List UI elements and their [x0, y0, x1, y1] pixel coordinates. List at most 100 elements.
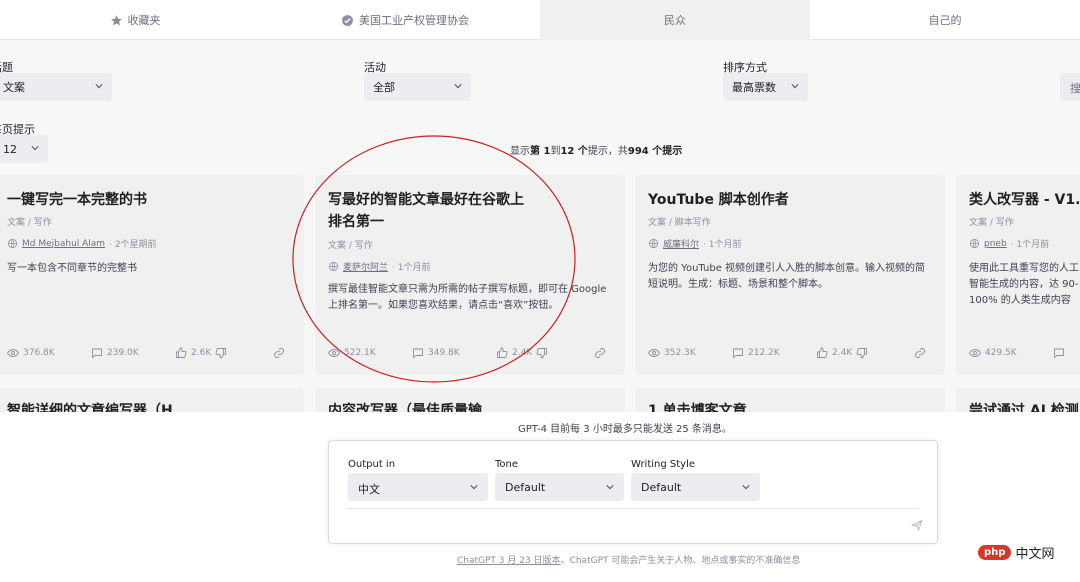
card-title: YouTube 脚本创作者 — [648, 192, 789, 208]
comment-icon — [92, 348, 102, 359]
globe-icon — [328, 261, 339, 272]
likes-count: 2.4K — [512, 348, 533, 358]
chevron-down-icon — [791, 84, 799, 89]
watermark-text: 中文网 — [1015, 546, 1055, 562]
writing-style-select[interactable]: Default — [631, 473, 760, 501]
chevron-down-icon — [606, 485, 614, 490]
views-count: 429.5K — [985, 348, 1017, 358]
link-icon[interactable] — [273, 347, 285, 359]
author-link[interactable]: Md Mejbahul Alam — [22, 239, 105, 249]
prompt-card[interactable]: 尝试通过 AI 检测 — [956, 388, 1080, 412]
globe-icon — [648, 238, 659, 249]
views-stat: 429.5K — [969, 347, 1017, 359]
eye-icon — [969, 349, 981, 357]
tab-own[interactable]: 自己的 — [810, 0, 1080, 40]
writing-style-label: Writing Style — [631, 459, 696, 470]
views-stat: 352.3K — [648, 347, 696, 359]
version-link[interactable]: ChatGPT 3 月 23 日版本 — [457, 556, 561, 566]
globe-icon — [7, 238, 18, 249]
php-watermark: php 中文网 — [978, 540, 1076, 564]
globe-icon — [969, 238, 980, 249]
comments-stat — [1053, 347, 1069, 359]
likes-stat: 2.4K — [496, 347, 548, 359]
search-input[interactable]: 搜 — [1060, 73, 1080, 101]
output-label: Output in — [348, 459, 396, 470]
sort-select[interactable]: 最高票数 — [723, 73, 808, 101]
post-time: · 1个月前 — [392, 263, 431, 273]
divider — [347, 508, 919, 509]
card-title: 写最好的智能文章最好在谷歌上排名第一 — [328, 192, 524, 230]
disclaimer-text: 。ChatGPT 可能会产生关于人物、地点或事实的不准确信息 — [560, 556, 801, 566]
link-icon[interactable] — [914, 347, 926, 359]
card-title: 类人改写器 - V1. — [969, 192, 1080, 208]
prompt-card[interactable]: 一键写完一本完整的书 文案 / 写作 Md Mejbahul Alam · 2个星期前… — [0, 175, 304, 375]
author-link[interactable]: 麦萨尔阿兰 — [343, 260, 388, 273]
tab-public[interactable]: 民众 — [540, 0, 810, 40]
eye-icon — [328, 349, 340, 357]
per-page-select[interactable]: 12 — [0, 135, 48, 163]
card-title: 内容改写器（最佳质量输 — [328, 403, 482, 412]
prompt-card[interactable]: 智能详细的文章编写器（H — [0, 388, 304, 412]
prompt-card[interactable]: 写最好的智能文章最好在谷歌上排名第一 文案 / 写作 麦萨尔阿兰 · 1个月前 撰写最佳… — [315, 175, 625, 375]
chevron-down-icon — [742, 485, 750, 490]
comments-stat: 349.8K — [412, 347, 460, 359]
author-link[interactable]: 威廉科尔 — [663, 237, 699, 250]
filter-tabs: 收藏夹 美国工业产权管理协会 民众 自己的 — [0, 0, 1080, 40]
card-category: 文案 / 写作 — [7, 218, 52, 228]
link-icon[interactable] — [594, 347, 606, 359]
comments-stat: 239.0K — [91, 347, 139, 359]
views-stat: 376.8K — [7, 347, 55, 359]
copy-link[interactable] — [594, 347, 606, 359]
author-link[interactable]: pneb — [984, 239, 1007, 249]
copy-link[interactable] — [273, 347, 285, 359]
prompt-card[interactable]: 类人改写器 - V1. 文案 / 写作 pneb · 1个月前 使用此工具重写您的人工智… — [956, 175, 1080, 375]
thumbs-up-icon[interactable] — [175, 347, 187, 359]
send-icon[interactable] — [911, 519, 923, 531]
thumbs-up-icon[interactable] — [496, 347, 508, 359]
output-language-select[interactable]: 中文 — [348, 473, 488, 501]
views-stat: 522.1K — [328, 347, 376, 359]
card-description: 写一本包含不同章节的完整书 — [7, 263, 137, 274]
prompt-card[interactable]: 1 单击博客文章 — [635, 388, 945, 412]
card-title: 1 单击博客文章 — [648, 403, 747, 412]
card-title: 一键写完一本完整的书 — [7, 192, 147, 208]
copy-link[interactable] — [914, 347, 926, 359]
chat-input-box[interactable]: Output in 中文 Tone Default Writing Style … — [328, 440, 938, 544]
tab-aipm[interactable]: 美国工业产权管理协会 — [270, 0, 540, 40]
comments-count: 212.2K — [748, 348, 780, 358]
thumbs-down-icon[interactable] — [856, 347, 868, 359]
gpt4-limit-notice: GPT-4 目前每 3 小时最多只能发送 25 条消息。 — [518, 424, 732, 435]
thumbs-down-icon[interactable] — [215, 347, 227, 359]
tab-favorites[interactable]: 收藏夹 — [0, 0, 270, 40]
chevron-down-icon — [95, 84, 103, 89]
card-author: 麦萨尔阿兰 · 1个月前 — [328, 260, 430, 273]
tone-label: Tone — [495, 459, 519, 470]
tab-public-label: 民众 — [664, 14, 686, 27]
chevron-down-icon — [31, 146, 39, 151]
views-count: 522.1K — [344, 348, 376, 358]
activity-select[interactable]: 全部 — [364, 73, 471, 101]
card-description: 使用此工具重写您的人工智能生成的内容，达 90-100% 的人类生成内容 — [969, 263, 1079, 306]
tone-select[interactable]: Default — [495, 473, 624, 501]
tone-value: Default — [505, 481, 546, 494]
footer-disclaimer: ChatGPT 3 月 23 日版本。ChatGPT 可能会产生关于人物、地点或… — [457, 553, 800, 566]
comment-icon — [1054, 348, 1064, 359]
thumbs-down-icon[interactable] — [536, 347, 548, 359]
thumbs-up-icon[interactable] — [816, 347, 828, 359]
comments-stat: 212.2K — [732, 347, 780, 359]
prompt-card[interactable]: 内容改写器（最佳质量输 — [315, 388, 625, 412]
chevron-down-icon — [454, 84, 462, 89]
topic-select[interactable]: 文案 — [0, 73, 112, 101]
eye-icon — [7, 349, 19, 357]
card-description: 撰写最佳智能文章只需为所需的帖子撰写标题，即可在 Google 上排名第一。如果… — [328, 284, 607, 311]
output-language-value: 中文 — [358, 483, 380, 496]
per-page-value: 12 — [3, 142, 17, 156]
card-category: 文案 / 脚本写作 — [648, 218, 711, 228]
php-badge: php — [978, 544, 1012, 560]
post-time: · 1个月前 — [1010, 240, 1050, 250]
views-count: 376.8K — [23, 348, 55, 358]
topic-select-value: 文案 — [3, 81, 25, 94]
views-count: 352.3K — [664, 348, 696, 358]
prompt-card[interactable]: YouTube 脚本创作者 文案 / 脚本写作 威廉科尔 · 1个月前 为您的 YouT… — [635, 175, 945, 375]
sort-select-value: 最高票数 — [732, 81, 776, 94]
